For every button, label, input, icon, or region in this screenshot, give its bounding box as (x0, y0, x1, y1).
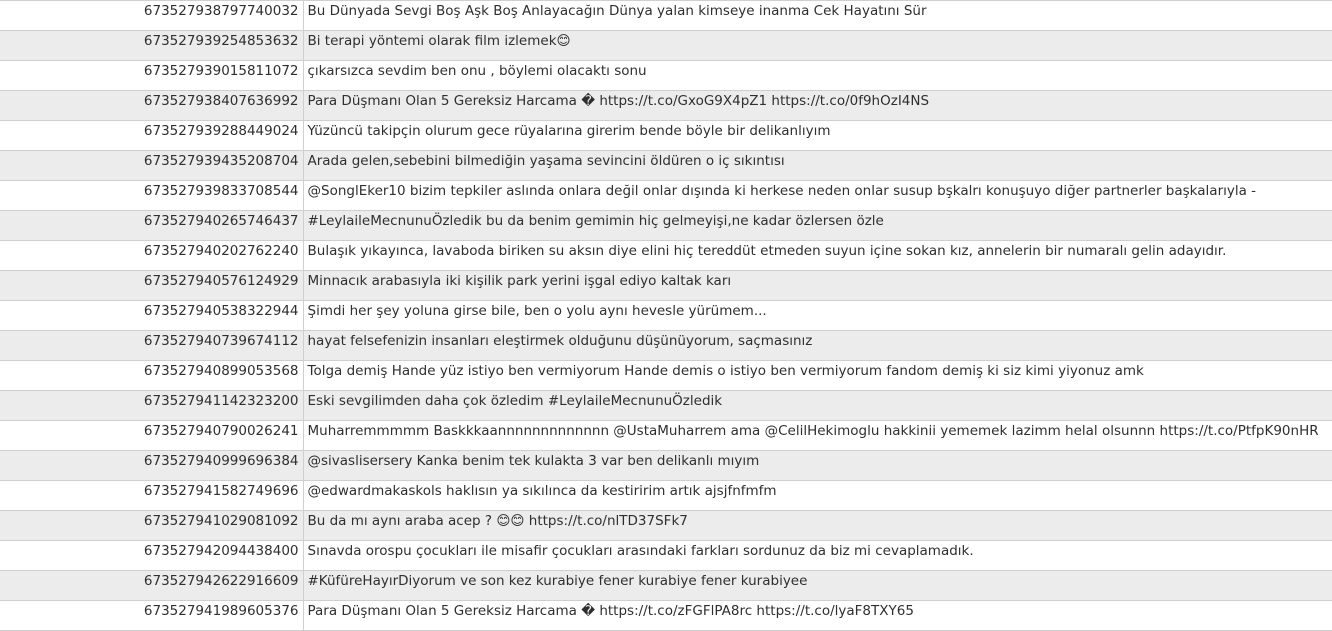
table-row[interactable]: 673527941989605376 Para Düşmanı Olan 5 Ge… (0, 600, 1332, 631)
table-row[interactable]: 673527938407636992 Para Düşmanı Olan 5 Ge… (0, 90, 1332, 121)
tweet-id-cell[interactable]: 673527941142323200 (0, 390, 304, 421)
table-row[interactable]: 673527941142323200 Eski sevgilimden daha … (0, 390, 1332, 421)
table-row[interactable]: 673527940576124929 Minnacık arabasıyla ik… (0, 270, 1332, 301)
table-row[interactable]: 673527940899053568 Tolga demiş Hande yüz … (0, 360, 1332, 391)
tweet-text-cell[interactable]: Şimdi her şey yoluna girse bile, ben o y… (303, 300, 1332, 331)
tweet-text-cell[interactable]: Para Düşmanı Olan 5 Gereksiz Harcama � h… (303, 600, 1332, 631)
tweet-id-cell[interactable]: 673527940576124929 (0, 270, 304, 301)
tweet-id-cell[interactable]: 673527940202762240 (0, 240, 304, 271)
tweet-text-cell[interactable]: Tolga demiş Hande yüz istiyo ben vermiyo… (303, 360, 1332, 391)
tweet-text-cell[interactable]: Eski sevgilimden daha çok özledim #Leyla… (303, 390, 1332, 421)
table-row[interactable]: 673527939833708544 @SonglEker10 bizim tep… (0, 180, 1332, 211)
tweet-id-cell[interactable]: 673527941029081092 (0, 510, 304, 541)
tweet-text-cell[interactable]: Muharremmmmm Baskkkaannnnnnnnnnnnn @Usta… (303, 420, 1332, 451)
tweet-text-cell[interactable]: Yüzüncü takipçin olurum gece rüyalarına … (303, 120, 1332, 151)
tweet-text-cell[interactable]: Sınavda orospu çocukları ile misafir çoc… (303, 540, 1332, 571)
tweet-text-cell[interactable]: @SonglEker10 bizim tepkiler aslında onla… (303, 180, 1332, 211)
tweet-text-cell[interactable]: @edwardmakaskols haklısın ya sıkılınca d… (303, 480, 1332, 511)
tweet-id-cell[interactable]: 673527939288449024 (0, 120, 304, 151)
tweet-text-cell[interactable]: Bu Dünyada Sevgi Boş Aşk Boş Anlayacağın… (303, 0, 1332, 31)
tweet-text-cell[interactable]: Bu da mı aynı araba acep ? 😊😊 https://t.… (303, 510, 1332, 541)
tweet-id-cell[interactable]: 673527939015811072 (0, 60, 304, 91)
tweet-text-cell[interactable]: Bi terapi yöntemi olarak film izlemek😊 (303, 30, 1332, 61)
table-row[interactable]: 673527939015811072 çıkarsızca sevdim ben … (0, 60, 1332, 91)
tweet-id-cell[interactable]: 673527939833708544 (0, 180, 304, 211)
tweet-text-cell[interactable]: #LeylaileMecnunuÖzledik bu da benim gemi… (303, 210, 1332, 241)
tweet-text-cell[interactable]: Bulaşık yıkayınca, lavaboda biriken su a… (303, 240, 1332, 271)
table-row[interactable]: 673527940739674112 hayat felsefenizin ins… (0, 330, 1332, 361)
table-row[interactable]: 673527942622916609 #KüfüreHayırDiyorum ve… (0, 570, 1332, 601)
tweet-id-cell[interactable]: 673527940790026241 (0, 420, 304, 451)
table-body: 673527938797740032 Bu Dünyada Sevgi Boş A… (0, 0, 1332, 631)
table-row[interactable]: 673527940999696384 @sivaslisersery Kanka … (0, 450, 1332, 481)
tweet-text-cell[interactable]: Minnacık arabasıyla iki kişilik park yer… (303, 270, 1332, 301)
tweet-id-cell[interactable]: 673527940265746437 (0, 210, 304, 241)
table-row[interactable]: 673527939435208704 Arada gelen,sebebini b… (0, 150, 1332, 181)
table-row[interactable]: 673527940538322944 Şimdi her şey yoluna g… (0, 300, 1332, 331)
table-row[interactable]: 673527941582749696 @edwardmakaskols haklı… (0, 480, 1332, 511)
tweet-id-cell[interactable]: 673527940538322944 (0, 300, 304, 331)
tweet-text-cell[interactable]: Arada gelen,sebebini bilmediğin yaşama s… (303, 150, 1332, 181)
tweet-id-cell[interactable]: 673527941582749696 (0, 480, 304, 511)
tweet-text-cell[interactable]: çıkarsızca sevdim ben onu , böylemi olac… (303, 60, 1332, 91)
table-row[interactable]: 673527941029081092 Bu da mı aynı araba ac… (0, 510, 1332, 541)
tweet-text-cell[interactable]: hayat felsefenizin insanları eleştirmek … (303, 330, 1332, 361)
table-row[interactable]: 673527940265746437 #LeylaileMecnunuÖzledi… (0, 210, 1332, 241)
tweet-id-cell[interactable]: 673527940999696384 (0, 450, 304, 481)
tweet-id-cell[interactable]: 673527942094438400 (0, 540, 304, 571)
table-row[interactable]: 673527940202762240 Bulaşık yıkayınca, lav… (0, 240, 1332, 271)
table-row[interactable]: 673527940790026241 Muharremmmmm Baskkkaan… (0, 420, 1332, 451)
table-row[interactable]: 673527939288449024 Yüzüncü takipçin oluru… (0, 120, 1332, 151)
tweet-id-cell[interactable]: 673527940899053568 (0, 360, 304, 391)
tweet-text-cell[interactable]: Para Düşmanı Olan 5 Gereksiz Harcama � h… (303, 90, 1332, 121)
tweet-id-cell[interactable]: 673527939435208704 (0, 150, 304, 181)
table-row[interactable]: 673527942094438400 Sınavda orospu çocukla… (0, 540, 1332, 571)
tweet-text-cell[interactable]: #KüfüreHayırDiyorum ve son kez kurabiye … (303, 570, 1332, 601)
data-table: 673527938797740032 Bu Dünyada Sevgi Boş A… (0, 0, 1332, 631)
tweet-id-cell[interactable]: 673527940739674112 (0, 330, 304, 361)
tweet-id-cell[interactable]: 673527939254853632 (0, 30, 304, 61)
tweet-id-cell[interactable]: 673527941989605376 (0, 600, 304, 631)
table-row[interactable]: 673527939254853632 Bi terapi yöntemi olar… (0, 30, 1332, 61)
tweet-id-cell[interactable]: 673527938797740032 (0, 0, 304, 31)
tweet-text-cell[interactable]: @sivaslisersery Kanka benim tek kulakta … (303, 450, 1332, 481)
tweet-id-cell[interactable]: 673527942622916609 (0, 570, 304, 601)
tweet-id-cell[interactable]: 673527938407636992 (0, 90, 304, 121)
table-row[interactable]: 673527938797740032 Bu Dünyada Sevgi Boş A… (0, 0, 1332, 31)
